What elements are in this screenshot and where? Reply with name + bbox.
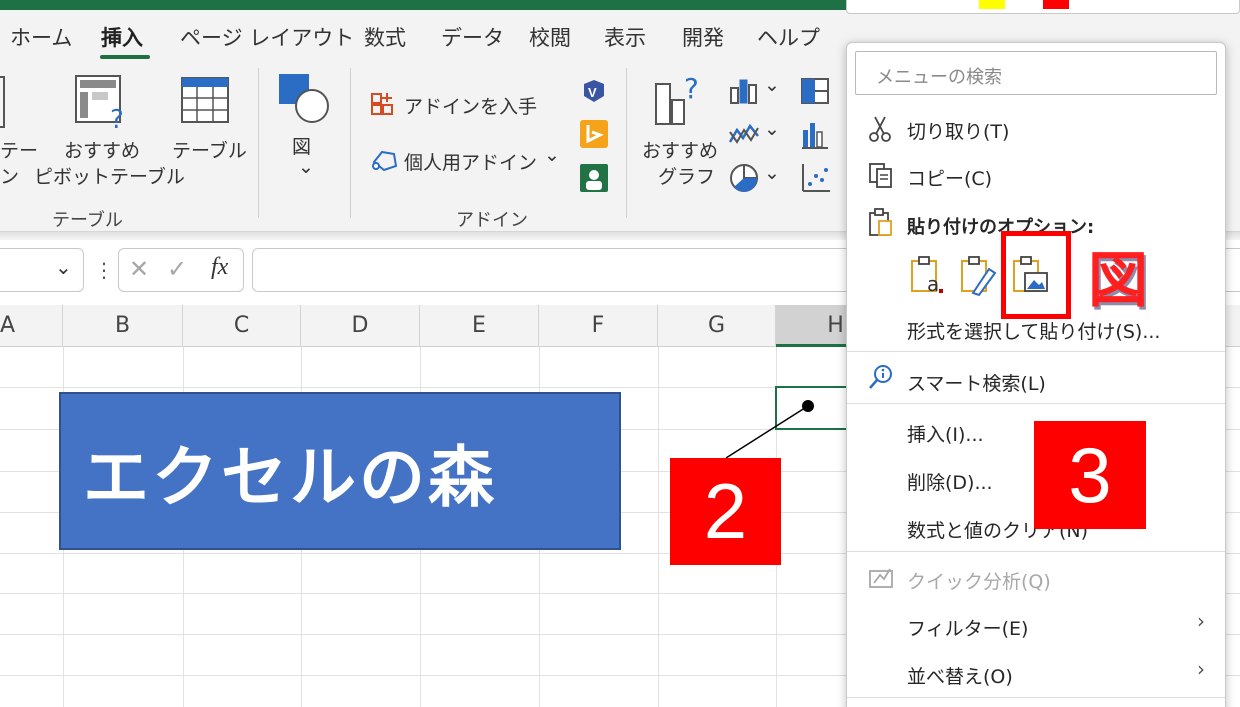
- menu-paste-special[interactable]: 形式を選択して貼り付け(S)...: [907, 317, 1160, 344]
- menu-separator: [847, 351, 1225, 352]
- menu-delete[interactable]: 削除(D)...: [907, 468, 993, 495]
- paste-formatting-icon[interactable]: [959, 255, 999, 297]
- menu-separator: [847, 403, 1225, 404]
- callout-step-3: 3: [1034, 421, 1146, 529]
- smart-lookup-icon: [869, 365, 892, 389]
- sort-chevron-icon: ›: [1197, 657, 1205, 681]
- mini-toolbar: [846, 0, 1240, 14]
- paste-values-icon[interactable]: a: [909, 255, 949, 297]
- callout-step-2: 2: [670, 458, 781, 565]
- menu-insert[interactable]: 挿入(I)...: [907, 420, 984, 447]
- context-menu: メニューの検索 切り取り(T) コピー(C) 貼り付けのオプション: a 形式を…: [846, 42, 1226, 707]
- paste-picture-highlight: [1001, 231, 1071, 319]
- menu-cut[interactable]: 切り取り(T): [907, 117, 1009, 144]
- copy-icon: [869, 163, 892, 188]
- svg-text:a: a: [927, 272, 939, 296]
- menu-smart-lookup[interactable]: スマート検索(L): [907, 369, 1046, 396]
- menu-copy[interactable]: コピー(C): [907, 164, 992, 191]
- menu-sort[interactable]: 並べ替え(O): [907, 662, 1013, 689]
- clipboard-icon: [869, 208, 892, 236]
- highlight-color-swatch[interactable]: [979, 0, 1005, 9]
- menu-separator: [847, 697, 1225, 698]
- quick-analysis-icon: [869, 568, 893, 588]
- menu-separator: [847, 551, 1225, 552]
- menu-quick-analysis: クイック分析(Q): [907, 571, 1051, 593]
- font-color-swatch[interactable]: [1043, 0, 1069, 9]
- picture-annotation-label: 図: [1088, 246, 1148, 316]
- scissors-icon: [869, 116, 891, 142]
- filter-chevron-icon: ›: [1197, 609, 1205, 633]
- menu-filter[interactable]: フィルター(E): [907, 614, 1028, 641]
- menu-search-input[interactable]: メニューの検索: [855, 51, 1217, 95]
